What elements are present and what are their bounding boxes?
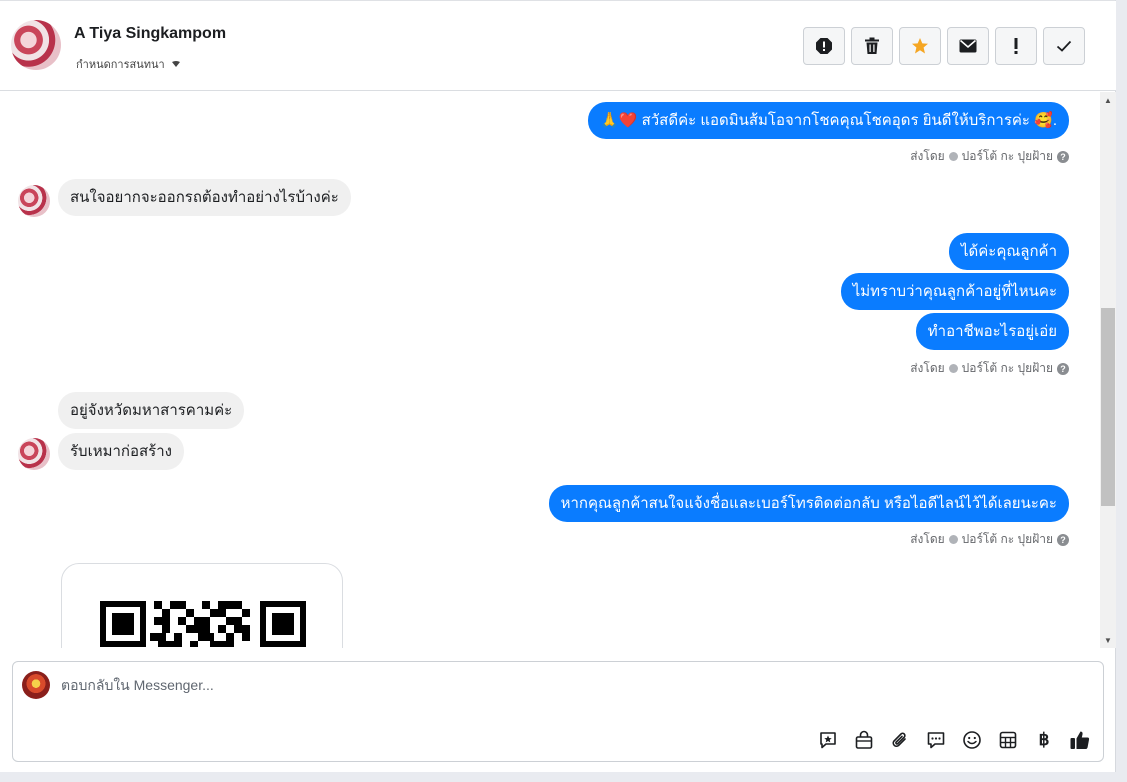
star-button[interactable] bbox=[899, 27, 941, 65]
sent-by-agent: ปอร์โต้ กะ ปุยฝ้าย bbox=[961, 361, 1053, 375]
sent-by-info: ส่งโดย ปอร์โต้ กะ ปุยฝ้าย ? bbox=[910, 359, 1069, 378]
message-thread[interactable]: 🙏❤️ สวัสดีค่ะ แอดมินส้มโอจากโชคคุณโชคอุด… bbox=[0, 92, 1100, 648]
chevron-down-icon bbox=[171, 60, 180, 67]
contact-avatar[interactable] bbox=[11, 20, 61, 70]
sent-by-agent: ปอร์โต้ กะ ปุยฝ้าย bbox=[961, 532, 1053, 546]
message-outgoing[interactable]: ไม่ทราบว่าคุณลูกค้าอยู่ที่ไหนคะ bbox=[840, 273, 1069, 310]
message-incoming[interactable]: อยู่จังหวัดมหาสารคามค่ะ bbox=[58, 392, 245, 429]
sent-by-prefix: ส่งโดย bbox=[910, 532, 945, 546]
message-outgoing[interactable]: ทำอาชีพอะไรอยู่เอ่ย bbox=[915, 313, 1069, 350]
exclamation-icon bbox=[1014, 38, 1018, 54]
trash-icon bbox=[865, 37, 879, 54]
chat-icon[interactable] bbox=[925, 729, 947, 751]
contact-name[interactable]: A Tiya Singkampom bbox=[74, 25, 226, 43]
assign-dropdown[interactable]: กำหนดการสนทนา bbox=[76, 55, 181, 73]
qr-code-image bbox=[100, 601, 306, 647]
scrollbar-thumb[interactable] bbox=[1101, 308, 1115, 506]
check-icon bbox=[1056, 40, 1072, 52]
scroll-down-arrow-icon[interactable]: ▼ bbox=[1100, 632, 1116, 648]
mark-done-button[interactable] bbox=[1043, 27, 1085, 65]
sent-by-prefix: ส่งโดย bbox=[910, 149, 945, 163]
emoji-icon[interactable] bbox=[961, 729, 983, 751]
message-incoming[interactable]: รับเหมาก่อสร้าง bbox=[58, 433, 184, 470]
assign-label: กำหนดการสนทนา bbox=[76, 59, 165, 71]
delete-button[interactable] bbox=[851, 27, 893, 65]
shop-icon[interactable] bbox=[853, 729, 875, 751]
alert-icon bbox=[816, 38, 832, 54]
mark-unread-button[interactable] bbox=[947, 27, 989, 65]
message-outgoing[interactable]: หากคุณลูกค้าสนใจแจ้งชื่อและเบอร์โทรติดต่… bbox=[548, 485, 1069, 522]
agent-avatar-icon bbox=[948, 152, 958, 161]
agent-avatar-icon bbox=[948, 535, 958, 544]
scroll-up-arrow-icon[interactable]: ▲ bbox=[1100, 92, 1116, 108]
help-icon[interactable]: ? bbox=[1057, 533, 1069, 546]
follow-up-button[interactable] bbox=[995, 27, 1037, 65]
composer-toolbar: ฿ bbox=[817, 729, 1091, 751]
message-outgoing[interactable]: ได้ค่ะคุณลูกค้า bbox=[948, 233, 1069, 270]
agent-avatar-icon bbox=[948, 364, 958, 373]
help-icon[interactable]: ? bbox=[1057, 362, 1069, 375]
saved-reply-icon[interactable] bbox=[817, 729, 839, 751]
thread-scrollbar[interactable]: ▲ ▼ bbox=[1100, 92, 1116, 648]
message-incoming[interactable]: สนใจอยากจะออกรถต้องทำอย่างไรบ้างค่ะ bbox=[58, 179, 351, 216]
reply-composer: ฿ bbox=[12, 661, 1104, 762]
page-avatar bbox=[22, 671, 50, 699]
conversation-header: A Tiya Singkampom กำหนดการสนทนา bbox=[0, 1, 1116, 91]
header-toolbar bbox=[803, 27, 1085, 65]
star-icon bbox=[912, 38, 928, 54]
sent-by-info: ส่งโดย ปอร์โต้ กะ ปุยฝ้าย ? bbox=[910, 147, 1069, 166]
envelope-icon bbox=[959, 39, 977, 53]
baht-icon[interactable]: ฿ bbox=[1033, 729, 1055, 751]
sent-by-agent: ปอร์โต้ กะ ปุยฝ้าย bbox=[961, 149, 1053, 163]
contact-avatar-small bbox=[18, 185, 50, 217]
like-icon[interactable] bbox=[1069, 729, 1091, 751]
qr-code-attachment[interactable] bbox=[61, 563, 343, 648]
conversation-panel: A Tiya Singkampom กำหนดการสนทนา 🙏❤️ สวัส… bbox=[0, 0, 1116, 772]
contact-avatar-small bbox=[18, 438, 50, 470]
sent-by-info: ส่งโดย ปอร์โต้ กะ ปุยฝ้าย ? bbox=[910, 530, 1069, 549]
message-outgoing[interactable]: 🙏❤️ สวัสดีค่ะ แอดมินส้มโอจากโชคคุณโชคอุด… bbox=[588, 102, 1069, 139]
table-icon[interactable] bbox=[997, 729, 1019, 751]
attachment-icon[interactable] bbox=[889, 729, 911, 751]
sent-by-prefix: ส่งโดย bbox=[910, 361, 945, 375]
reply-input[interactable] bbox=[61, 674, 761, 696]
mark-spam-button[interactable] bbox=[803, 27, 845, 65]
help-icon[interactable]: ? bbox=[1057, 150, 1069, 163]
